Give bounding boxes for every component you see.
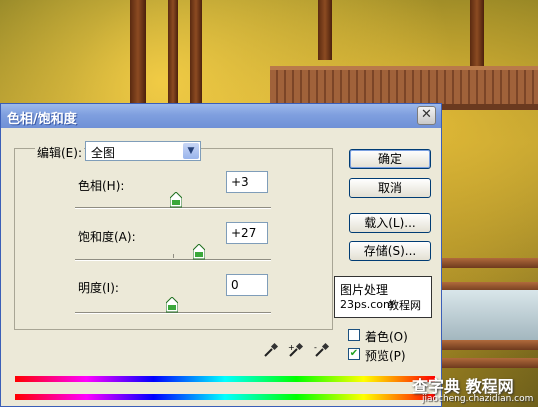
saturation-slider-track[interactable] [75, 244, 271, 261]
lightness-slider-thumb[interactable] [166, 297, 178, 313]
close-icon: ✕ [421, 107, 432, 122]
hue-input[interactable]: +3 [226, 171, 268, 193]
ok-button[interactable]: 确定 [349, 149, 431, 169]
tree-trunk [130, 0, 146, 110]
cancel-button[interactable]: 取消 [349, 178, 431, 198]
svg-text:+: + [288, 343, 295, 352]
save-button[interactable]: 存储(S)... [349, 241, 431, 261]
tree-trunk [470, 0, 484, 70]
load-button[interactable]: 载入(L)... [349, 213, 431, 233]
lightness-slider-track[interactable] [75, 297, 271, 314]
chevron-down-icon[interactable]: ▼ [183, 143, 199, 159]
hue-slider-track[interactable] [75, 192, 271, 209]
edit-select-value: 全图 [91, 146, 116, 160]
saturation-label: 饱和度(A): [78, 230, 136, 244]
eyedropper-icon[interactable] [263, 342, 279, 358]
tree-trunk [168, 0, 178, 110]
bridge-rail [434, 258, 538, 268]
dialog-title: 色相/饱和度 [7, 112, 77, 127]
preview-checkbox[interactable]: ✔ [348, 348, 360, 360]
watermark-url: jiaocheng.chazidian.com [422, 394, 534, 404]
input-color-bar [15, 376, 435, 382]
tree-trunk [190, 0, 202, 110]
colorize-label: 着色(O) [365, 330, 408, 344]
edit-select[interactable]: 全图 ▼ [85, 141, 201, 161]
logo-subtext: 教程网 [388, 299, 421, 312]
lightness-input[interactable]: 0 [226, 274, 268, 296]
hue-label: 色相(H): [78, 179, 125, 193]
bridge-rail [434, 340, 538, 350]
saturation-value: +27 [231, 226, 257, 240]
bridge-rail [434, 358, 538, 368]
lightness-label: 明度(I): [78, 281, 119, 295]
preview-label: 预览(P) [365, 349, 406, 363]
eyedropper-plus-icon[interactable]: + [288, 342, 304, 358]
logo-text: 图片处理 [340, 283, 389, 297]
eyedropper-minus-icon[interactable]: - [314, 342, 330, 358]
colorize-checkbox[interactable] [348, 329, 360, 341]
saturation-input[interactable]: +27 [226, 222, 268, 244]
lightness-value: 0 [231, 278, 239, 292]
hue-saturation-dialog: 色相/饱和度 ✕ 编辑(E): 全图 ▼ 色相(H): +3 饱和度(A): +… [0, 103, 442, 407]
title-bar[interactable]: 色相/饱和度 ✕ [1, 104, 441, 128]
logo-box: 图片处理 23ps.com 教程网 [334, 276, 432, 318]
logo-url: 23ps.com [340, 298, 394, 311]
tree-trunk [318, 0, 332, 60]
svg-text:-: - [314, 343, 317, 352]
watermark: 查字典 教程网 jiaocheng.chazidian.com [410, 373, 538, 407]
hue-value: +3 [231, 175, 249, 189]
output-color-bar [15, 394, 435, 400]
close-button[interactable]: ✕ [417, 106, 436, 125]
saturation-slider-thumb[interactable] [193, 244, 205, 260]
hue-slider-thumb[interactable] [170, 192, 182, 208]
edit-label: 编辑(E): [35, 144, 84, 161]
center-tick [173, 254, 174, 258]
